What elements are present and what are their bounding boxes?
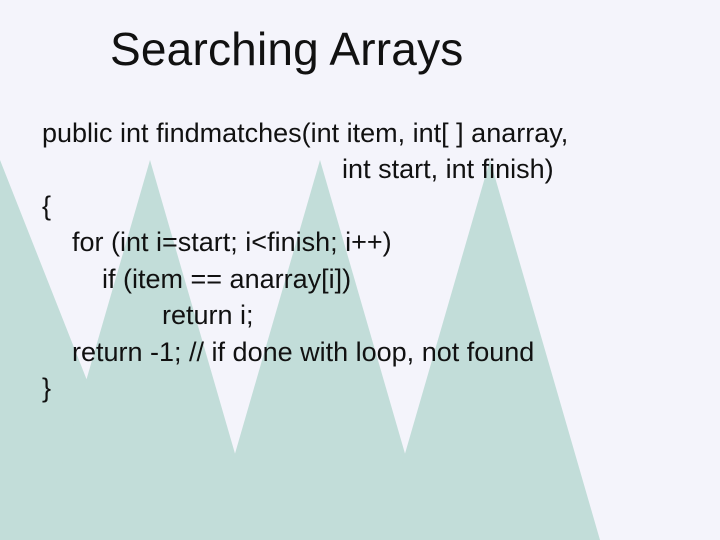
code-line: return i; bbox=[42, 297, 682, 333]
code-line: int start, int finish) bbox=[42, 151, 682, 187]
code-block: public int findmatches(int item, int[ ] … bbox=[42, 115, 682, 407]
slide: Searching Arrays public int findmatches(… bbox=[0, 0, 720, 540]
slide-title: Searching Arrays bbox=[110, 22, 463, 76]
code-line: return -1; // if done with loop, not fou… bbox=[42, 334, 682, 370]
code-line: if (item == anarray[i]) bbox=[42, 261, 682, 297]
code-line: } bbox=[42, 370, 682, 406]
code-line: for (int i=start; i<finish; i++) bbox=[42, 224, 682, 260]
code-line: public int findmatches(int item, int[ ] … bbox=[42, 115, 682, 151]
code-line: { bbox=[42, 188, 682, 224]
